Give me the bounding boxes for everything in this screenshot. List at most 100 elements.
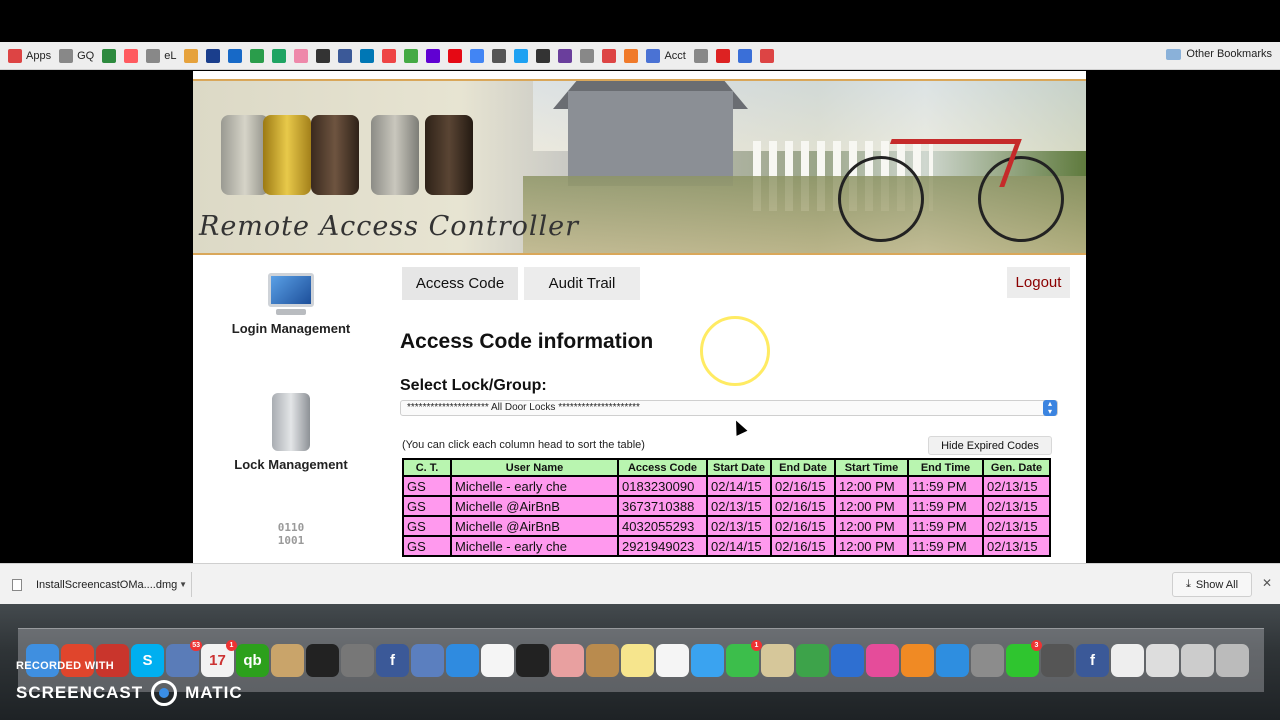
trash-icon[interactable] [1216, 644, 1249, 677]
lock-image-dark [425, 115, 473, 195]
column-header-start-time[interactable]: Start Time [836, 460, 907, 475]
column-header-gen-date[interactable]: Gen. Date [984, 460, 1049, 475]
sidebar-item-access-codes[interactable]: 0110 1001 [193, 521, 389, 561]
textedit-icon[interactable] [761, 644, 794, 677]
bookmark-item[interactable] [272, 48, 287, 63]
sidebar-item-lock-management[interactable]: Lock Management [193, 393, 389, 472]
itunes-icon[interactable] [866, 644, 899, 677]
bookmark-item[interactable]: eL [146, 48, 176, 63]
tab-access-code[interactable]: Access Code [402, 267, 518, 300]
bookmark-item[interactable] [206, 48, 221, 63]
quickbooks-icon[interactable]: qb [236, 644, 269, 677]
page-icon [693, 48, 708, 63]
close-icon[interactable]: ✕ [1262, 576, 1272, 590]
notes-icon[interactable] [621, 644, 654, 677]
download-item[interactable]: InstallScreencastOMa....dmg ▼ [8, 572, 192, 597]
bookmark-item[interactable] [382, 48, 397, 63]
bookmark-item[interactable]: GQ [59, 48, 94, 63]
numbers-icon[interactable] [796, 644, 829, 677]
facetime-icon[interactable]: 1 [726, 640, 762, 677]
bookmark-item[interactable] [294, 48, 309, 63]
lock-group-select-value: ********************* All Door Locks ***… [407, 402, 640, 413]
dock-glyph: qb [243, 652, 262, 669]
bookmark-item[interactable] [580, 48, 595, 63]
bookmark-item[interactable] [737, 48, 752, 63]
column-header-user-name[interactable]: User Name [452, 460, 617, 475]
show-all-downloads-button[interactable]: ⤓ Show All [1172, 572, 1252, 597]
bookmark-item[interactable] [602, 48, 617, 63]
safari-icon[interactable] [446, 644, 479, 677]
twitter-icon [514, 48, 529, 63]
messenger-icon[interactable] [411, 644, 444, 677]
quicktime-icon[interactable] [516, 644, 549, 677]
table-row[interactable]: GS Michelle - early che 0183230090 02/14/15… [404, 477, 1049, 495]
bookmark-item[interactable] [124, 48, 139, 63]
calendar-icon[interactable]: 17 1 [201, 640, 237, 677]
preview-icon[interactable]: 53 [166, 640, 202, 677]
facebook-icon[interactable]: f [376, 644, 409, 677]
sidebar-item-label: Lock Management [234, 457, 348, 472]
table-cell: 02/13/15 [984, 497, 1049, 515]
bookmark-item[interactable] [338, 48, 353, 63]
line-icon[interactable]: 3 [1006, 640, 1042, 677]
binary-key-icon: 0110 1001 [277, 521, 305, 547]
document-icon[interactable] [1111, 644, 1144, 677]
bookmark-item[interactable] [470, 48, 485, 63]
table-cell: 12:00 PM [836, 537, 907, 555]
table-row[interactable]: GS Michelle - early che 2921949023 02/14/15… [404, 537, 1049, 555]
column-header-end-date[interactable]: End Date [772, 460, 834, 475]
bookmark-item[interactable] [558, 48, 573, 63]
bookmark-item[interactable] [404, 48, 419, 63]
screenshot-icon[interactable] [1041, 644, 1074, 677]
bookmark-item[interactable] [250, 48, 265, 63]
bookmark-item[interactable] [316, 48, 331, 63]
column-header-ct[interactable]: C. T. [404, 460, 450, 475]
contacts-icon[interactable] [271, 644, 304, 677]
system-prefs-icon[interactable] [971, 644, 1004, 677]
column-header-end-time[interactable]: End Time [909, 460, 982, 475]
drive-disk-icon[interactable] [1146, 644, 1179, 677]
bookmark-item[interactable]: Acct [646, 48, 686, 63]
facebook-icon[interactable]: f [1076, 644, 1109, 677]
folder-icon[interactable] [1181, 644, 1214, 677]
column-header-start-date[interactable]: Start Date [708, 460, 770, 475]
chevron-down-icon[interactable]: ▼ [179, 580, 187, 589]
bookmark-item[interactable] [693, 48, 708, 63]
ibooks-icon[interactable] [901, 644, 934, 677]
drive-icon[interactable] [306, 644, 339, 677]
launchpad-icon[interactable] [341, 644, 374, 677]
bookmark-item[interactable] [624, 48, 639, 63]
photos-icon[interactable] [551, 644, 584, 677]
sidebar-item-login-management[interactable]: Login Management [193, 273, 389, 336]
other-bookmarks[interactable]: Other Bookmarks [1166, 48, 1272, 60]
skype-icon[interactable]: S [131, 644, 164, 677]
keynote-icon[interactable] [831, 644, 864, 677]
lock-group-select[interactable]: ********************* All Door Locks ***… [400, 400, 1058, 416]
appstore-icon[interactable] [936, 644, 969, 677]
bookmark-item[interactable] [228, 48, 243, 63]
notebook-icon[interactable] [586, 644, 619, 677]
table-row[interactable]: GS Michelle @AirBnB 4032055293 02/13/15 02/1… [404, 517, 1049, 535]
bookmark-item[interactable] [102, 48, 117, 63]
messages-icon[interactable] [691, 644, 724, 677]
grid-icon[interactable] [481, 644, 514, 677]
bookmark-item[interactable] [492, 48, 507, 63]
bookmark-item[interactable]: Apps [8, 48, 51, 63]
lock-image-silver [221, 115, 269, 195]
bookmark-item[interactable] [536, 48, 551, 63]
reminders-icon[interactable] [656, 644, 689, 677]
bookmarks-bar: Apps GQ eL Acct Other Bookmarks [0, 42, 1280, 70]
tab-audit-trail[interactable]: Audit Trail [524, 267, 640, 300]
hide-expired-codes-button[interactable]: Hide Expired Codes [928, 436, 1052, 455]
logout-button[interactable]: Logout [1007, 267, 1070, 298]
bookmark-item[interactable] [448, 48, 463, 63]
table-row[interactable]: GS Michelle @AirBnB 3673710388 02/13/15 02/1… [404, 497, 1049, 515]
main-content: Access Code Audit Trail Logout Access Co… [389, 263, 1086, 563]
bookmark-item[interactable] [715, 48, 730, 63]
bookmark-item[interactable] [184, 48, 199, 63]
bookmark-item[interactable] [759, 48, 774, 63]
column-header-access-code[interactable]: Access Code [619, 460, 706, 475]
bookmark-item[interactable] [360, 48, 375, 63]
bookmark-item[interactable] [514, 48, 529, 63]
bookmark-item[interactable] [426, 48, 441, 63]
